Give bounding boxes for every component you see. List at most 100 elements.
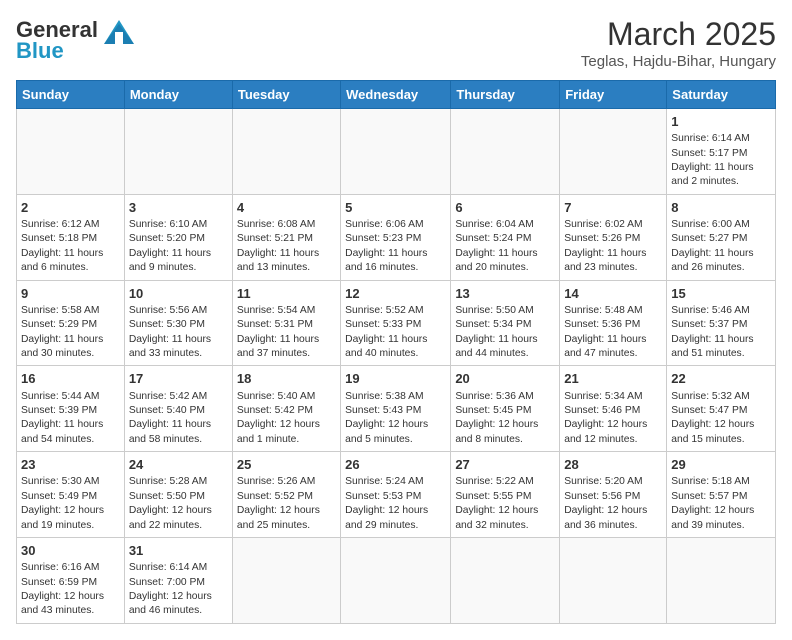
calendar-week-row: 30Sunrise: 6:16 AM Sunset: 6:59 PM Dayli…: [17, 538, 776, 624]
calendar-cell: 31Sunrise: 6:14 AM Sunset: 7:00 PM Dayli…: [124, 538, 232, 624]
day-number: 21: [564, 370, 662, 388]
day-info: Sunrise: 5:54 AM Sunset: 5:31 PM Dayligh…: [237, 304, 336, 362]
day-number: 9: [21, 285, 120, 303]
calendar-week-row: 1Sunrise: 6:14 AM Sunset: 5:17 PM Daylig…: [17, 109, 776, 195]
day-info: Sunrise: 6:10 AM Sunset: 5:20 PM Dayligh…: [129, 218, 228, 276]
day-info: Sunrise: 5:52 AM Sunset: 5:33 PM Dayligh…: [345, 304, 446, 362]
day-number: 25: [237, 456, 336, 474]
calendar-cell: 21 Sunrise: 5:34 AM Sunset: 5:46 PM Dayli…: [560, 366, 667, 452]
weekday-header-tuesday: Tuesday: [232, 81, 340, 109]
day-number: 27: [455, 456, 555, 474]
calendar-cell: 28Sunrise: 5:20 AM Sunset: 5:56 PM Dayli…: [560, 452, 667, 538]
weekday-header-wednesday: Wednesday: [341, 81, 451, 109]
calendar-cell: 30Sunrise: 6:16 AM Sunset: 6:59 PM Dayli…: [17, 538, 125, 624]
day-info: Sunrise: 5:56 AM Sunset: 5:30 PM Dayligh…: [129, 304, 228, 362]
calendar-cell: 6Sunrise: 6:04 AM Sunset: 5:24 PM Daylig…: [451, 194, 560, 280]
calendar-cell: 13Sunrise: 5:50 AM Sunset: 5:34 PM Dayli…: [451, 280, 560, 366]
calendar-cell: 27Sunrise: 5:22 AM Sunset: 5:55 PM Dayli…: [451, 452, 560, 538]
calendar-cell: [560, 538, 667, 624]
calendar-cell: 11Sunrise: 5:54 AM Sunset: 5:31 PM Dayli…: [232, 280, 340, 366]
day-number: 1: [671, 113, 771, 131]
calendar-cell: 14Sunrise: 5:48 AM Sunset: 5:36 PM Dayli…: [560, 280, 667, 366]
day-info: Sunrise: 5:50 AM Sunset: 5:34 PM Dayligh…: [455, 304, 555, 362]
day-info: Sunrise: 6:08 AM Sunset: 5:21 PM Dayligh…: [237, 218, 336, 276]
day-number: 4: [237, 199, 336, 217]
day-number: 31: [129, 542, 228, 560]
day-number: 29: [671, 456, 771, 474]
calendar-cell: 12Sunrise: 5:52 AM Sunset: 5:33 PM Dayli…: [341, 280, 451, 366]
calendar-cell: 20Sunrise: 5:36 AM Sunset: 5:45 PM Dayli…: [451, 366, 560, 452]
calendar-week-row: 9Sunrise: 5:58 AM Sunset: 5:29 PM Daylig…: [17, 280, 776, 366]
calendar-cell: 26Sunrise: 5:24 AM Sunset: 5:53 PM Dayli…: [341, 452, 451, 538]
calendar-cell: 16Sunrise: 5:44 AM Sunset: 5:39 PM Dayli…: [17, 366, 125, 452]
day-number: 8: [671, 199, 771, 217]
month-year-title: March 2025: [581, 16, 776, 53]
day-info: Sunrise: 5:44 AM Sunset: 5:39 PM Dayligh…: [21, 390, 120, 448]
day-number: 5: [345, 199, 446, 217]
calendar-week-row: 23Sunrise: 5:30 AM Sunset: 5:49 PM Dayli…: [17, 452, 776, 538]
day-number: 7: [564, 199, 662, 217]
day-info: Sunrise: 6:06 AM Sunset: 5:23 PM Dayligh…: [345, 218, 446, 276]
day-number: 11: [237, 285, 336, 303]
calendar-cell: 8Sunrise: 6:00 AM Sunset: 5:27 PM Daylig…: [667, 194, 776, 280]
calendar-cell: 5Sunrise: 6:06 AM Sunset: 5:23 PM Daylig…: [341, 194, 451, 280]
calendar-cell: 17Sunrise: 5:42 AM Sunset: 5:40 PM Dayli…: [124, 366, 232, 452]
calendar-cell: 24Sunrise: 5:28 AM Sunset: 5:50 PM Dayli…: [124, 452, 232, 538]
weekday-header-monday: Monday: [124, 81, 232, 109]
calendar-cell: 15Sunrise: 5:46 AM Sunset: 5:37 PM Dayli…: [667, 280, 776, 366]
calendar-cell: 18 Sunrise: 5:40 AM Sunset: 5:42 PM Dayli…: [232, 366, 340, 452]
day-info: Sunrise: 6:14 AM Sunset: 7:00 PM Dayligh…: [129, 561, 228, 619]
day-info: Sunrise: 6:12 AM Sunset: 5:18 PM Dayligh…: [21, 218, 120, 276]
day-info: Sunrise: 5:40 AM Sunset: 5:42 PM Dayligh…: [237, 390, 336, 448]
weekday-header-friday: Friday: [560, 81, 667, 109]
day-info: Sunrise: 6:02 AM Sunset: 5:26 PM Dayligh…: [564, 218, 662, 276]
calendar-cell: [667, 538, 776, 624]
day-info: Sunrise: 5:38 AM Sunset: 5:43 PM Dayligh…: [345, 390, 446, 448]
day-info: Sunrise: 5:22 AM Sunset: 5:55 PM Dayligh…: [455, 475, 555, 533]
day-number: 13: [455, 285, 555, 303]
day-number: 28: [564, 456, 662, 474]
calendar-table: SundayMondayTuesdayWednesdayThursdayFrid…: [16, 80, 776, 624]
logo-blue-text: Blue: [16, 38, 64, 64]
day-info: Sunrise: 5:34 AM Sunset: 5:46 PM Dayligh…: [564, 390, 662, 448]
calendar-cell: [232, 538, 340, 624]
logo-icon: [100, 16, 138, 44]
day-info: Sunrise: 5:32 AM Sunset: 5:47 PM Dayligh…: [671, 390, 771, 448]
day-info: Sunrise: 5:48 AM Sunset: 5:36 PM Dayligh…: [564, 304, 662, 362]
day-info: Sunrise: 5:24 AM Sunset: 5:53 PM Dayligh…: [345, 475, 446, 533]
weekday-header-sunday: Sunday: [17, 81, 125, 109]
calendar-cell: 9Sunrise: 5:58 AM Sunset: 5:29 PM Daylig…: [17, 280, 125, 366]
day-number: 3: [129, 199, 228, 217]
day-number: 12: [345, 285, 446, 303]
calendar-cell: 7Sunrise: 6:02 AM Sunset: 5:26 PM Daylig…: [560, 194, 667, 280]
weekday-header-row: SundayMondayTuesdayWednesdayThursdayFrid…: [17, 81, 776, 109]
title-area: March 2025 Teglas, Hajdu-Bihar, Hungary: [581, 16, 776, 70]
day-number: 18: [237, 370, 336, 388]
day-number: 15: [671, 285, 771, 303]
calendar-cell: 1Sunrise: 6:14 AM Sunset: 5:17 PM Daylig…: [667, 109, 776, 195]
calendar-cell: [451, 538, 560, 624]
calendar-cell: 4Sunrise: 6:08 AM Sunset: 5:21 PM Daylig…: [232, 194, 340, 280]
weekday-header-saturday: Saturday: [667, 81, 776, 109]
calendar-cell: 22 Sunrise: 5:32 AM Sunset: 5:47 PM Dayli…: [667, 366, 776, 452]
calendar-cell: [341, 109, 451, 195]
day-number: 2: [21, 199, 120, 217]
calendar-cell: [232, 109, 340, 195]
location-subtitle: Teglas, Hajdu-Bihar, Hungary: [581, 53, 776, 70]
calendar-cell: [341, 538, 451, 624]
day-number: 6: [455, 199, 555, 217]
day-info: Sunrise: 5:42 AM Sunset: 5:40 PM Dayligh…: [129, 390, 228, 448]
day-info: Sunrise: 6:14 AM Sunset: 5:17 PM Dayligh…: [671, 132, 771, 190]
day-number: 30: [21, 542, 120, 560]
day-number: 19: [345, 370, 446, 388]
day-number: 10: [129, 285, 228, 303]
logo: General Blue: [16, 16, 138, 64]
calendar-cell: 3Sunrise: 6:10 AM Sunset: 5:20 PM Daylig…: [124, 194, 232, 280]
day-info: Sunrise: 6:04 AM Sunset: 5:24 PM Dayligh…: [455, 218, 555, 276]
day-number: 22: [671, 370, 771, 388]
calendar-cell: 2Sunrise: 6:12 AM Sunset: 5:18 PM Daylig…: [17, 194, 125, 280]
calendar-cell: [560, 109, 667, 195]
calendar-week-row: 2Sunrise: 6:12 AM Sunset: 5:18 PM Daylig…: [17, 194, 776, 280]
day-info: Sunrise: 5:58 AM Sunset: 5:29 PM Dayligh…: [21, 304, 120, 362]
day-info: Sunrise: 5:46 AM Sunset: 5:37 PM Dayligh…: [671, 304, 771, 362]
